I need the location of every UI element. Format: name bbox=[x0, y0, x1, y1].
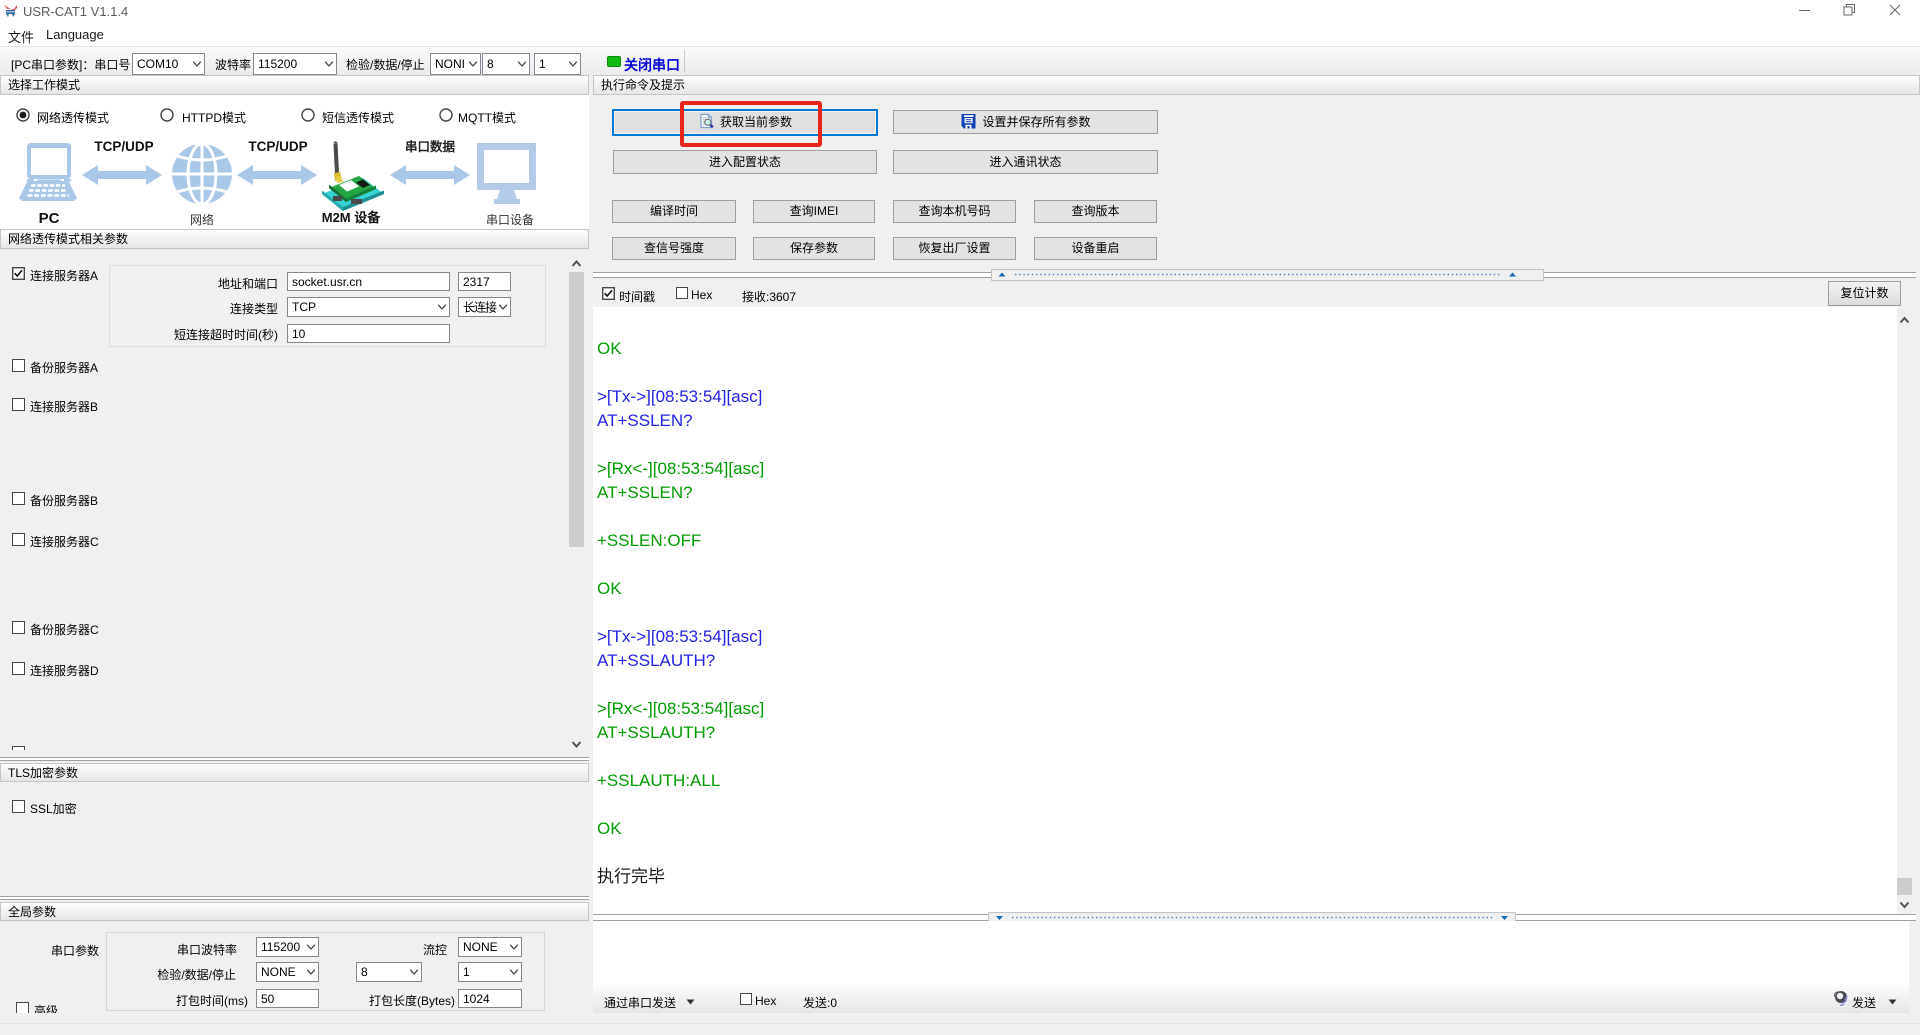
svg-text:TCP/UDP: TCP/UDP bbox=[248, 139, 307, 154]
svg-text:网络: 网络 bbox=[190, 212, 214, 227]
svg-text:M2M 设备: M2M 设备 bbox=[322, 210, 382, 225]
svg-text:串口设备: 串口设备 bbox=[486, 213, 534, 227]
svg-text:串口数据: 串口数据 bbox=[405, 139, 456, 154]
svg-text:TCP/UDP: TCP/UDP bbox=[94, 139, 153, 154]
svg-text:PC: PC bbox=[39, 210, 60, 227]
